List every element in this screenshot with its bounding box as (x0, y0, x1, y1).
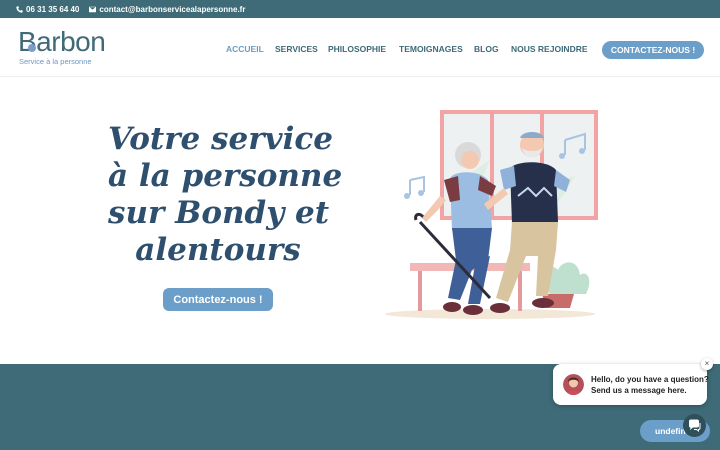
hero-title-line: alentours (135, 232, 301, 268)
hero-title: Votre service à la personne sur Bondy et… (108, 121, 343, 269)
envelope-icon (89, 6, 97, 12)
main-nav: ACCUEIL SERVICES PHILOSOPHIE TEMOIGNAGES… (226, 44, 597, 54)
chat-greeting-bubble[interactable]: Hello, do you have a question? Send us a… (553, 364, 709, 405)
chat-line-2: Send us a message here. (591, 386, 687, 395)
chat-greeting-text: Hello, do you have a question? Send us a… (591, 374, 709, 396)
dancing-couple-illustration (385, 110, 598, 319)
hero-title-line: sur Bondy et (108, 195, 330, 231)
agent-avatar (563, 374, 584, 395)
chat-close-button[interactable]: × (701, 358, 713, 370)
top-contact-bar: 06 31 35 64 40 contact@barbonservicealap… (0, 0, 720, 18)
nav-item-philosophie[interactable]: PHILOSOPHIE (328, 44, 399, 54)
site-header: Barbon Service à la personne ACCUEIL SER… (0, 18, 720, 77)
phone-number: 06 31 35 64 40 (26, 4, 80, 14)
nav-item-services[interactable]: SERVICES (275, 44, 328, 54)
phone-contact[interactable]: 06 31 35 64 40 (16, 5, 79, 14)
chat-bubble-icon[interactable] (683, 414, 706, 437)
hero-title-line: Votre service (108, 121, 333, 157)
email-contact[interactable]: contact@barbonservicealapersonne.fr (89, 5, 245, 14)
hero-contact-button[interactable]: Contactez-nous ! (163, 288, 273, 311)
logo-wordmark: Barbon (18, 26, 106, 57)
header-contact-button[interactable]: CONTACTEZ-NOUS ! (602, 41, 704, 59)
nav-item-blog[interactable]: BLOG (474, 44, 511, 54)
phone-icon (16, 5, 23, 13)
logo-tagline: Service à la personne (19, 57, 92, 66)
chat-line-1: Hello, do you have a question? (591, 375, 709, 384)
nav-item-nous-rejoindre[interactable]: NOUS REJOINDRE (511, 44, 597, 54)
logo-dot (28, 44, 36, 52)
hero-title-line: à la personne (108, 158, 343, 194)
email-address: contact@barbonservicealapersonne.fr (99, 4, 246, 14)
site-logo[interactable]: Barbon Service à la personne (18, 26, 118, 68)
nav-item-temoignages[interactable]: TEMOIGNAGES (399, 44, 474, 54)
nav-item-accueil[interactable]: ACCUEIL (226, 44, 275, 54)
